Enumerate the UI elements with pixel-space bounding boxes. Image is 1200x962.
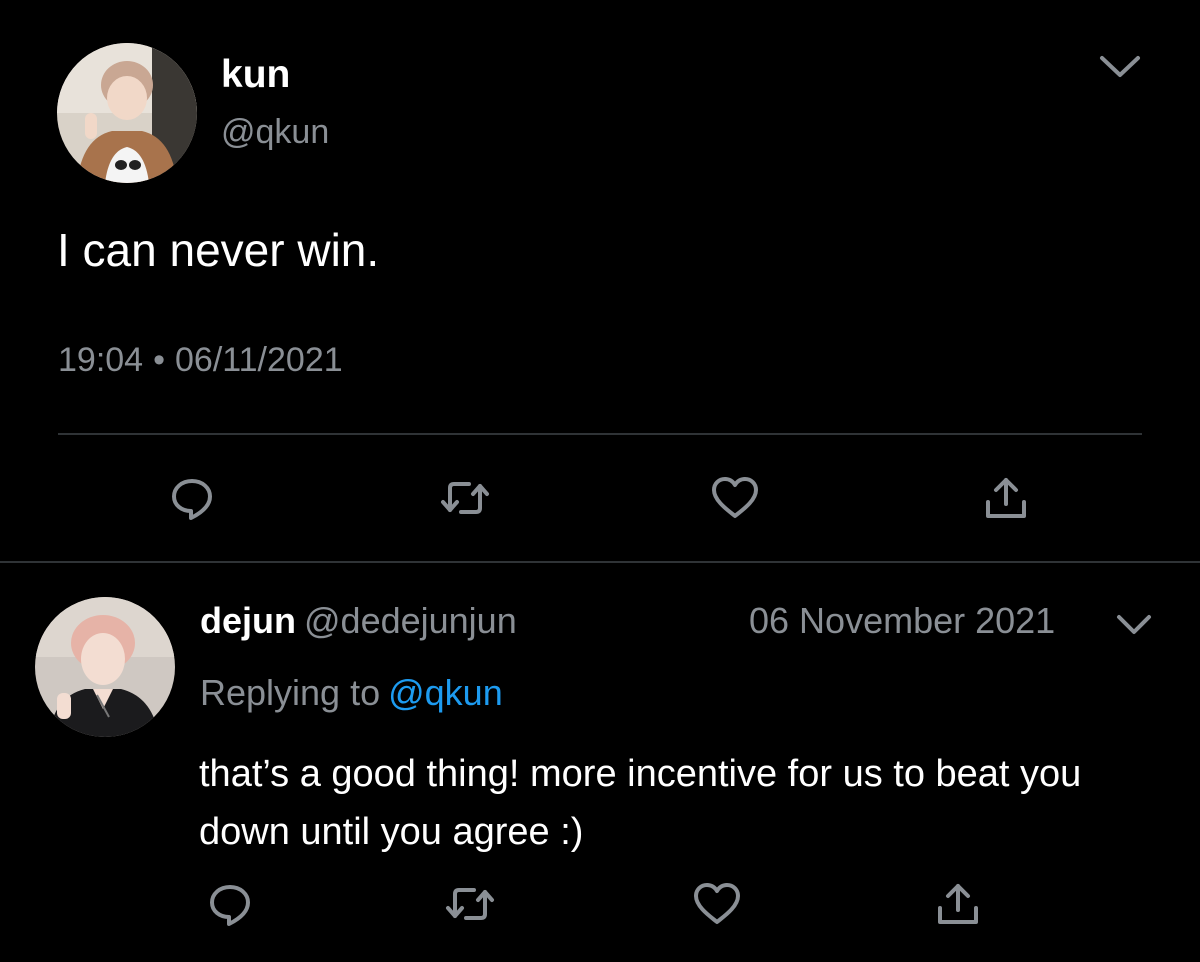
replying-to: Replying to @qkun bbox=[200, 670, 503, 716]
user-handle[interactable]: @dedejunjun bbox=[304, 600, 517, 641]
divider bbox=[58, 433, 1142, 435]
like-icon[interactable] bbox=[707, 470, 763, 526]
retweet-icon[interactable] bbox=[442, 876, 498, 932]
chevron-down-icon[interactable] bbox=[1096, 45, 1144, 89]
chevron-down-icon[interactable] bbox=[1113, 608, 1155, 642]
tweet-timestamp[interactable]: 19:04 • 06/11/2021 bbox=[58, 338, 343, 382]
mention-link[interactable]: @qkun bbox=[388, 672, 503, 713]
reply-icon[interactable] bbox=[202, 876, 258, 932]
tweet-date: 06/11/2021 bbox=[175, 341, 343, 379]
tweet-text: that’s a good thing! more incentive for … bbox=[199, 753, 1082, 853]
retweet-icon[interactable] bbox=[437, 470, 493, 526]
display-name[interactable]: dejun bbox=[200, 600, 296, 641]
separator-dot: • bbox=[153, 341, 165, 379]
like-icon[interactable] bbox=[689, 876, 745, 932]
user-handle[interactable]: @qkun bbox=[221, 112, 329, 152]
avatar[interactable] bbox=[57, 43, 197, 183]
section-divider bbox=[0, 561, 1200, 563]
avatar[interactable] bbox=[35, 597, 175, 737]
tweet-text: I can never win. bbox=[57, 224, 380, 276]
share-icon[interactable] bbox=[930, 876, 986, 932]
replying-to-label: Replying to bbox=[200, 672, 381, 713]
reply-author[interactable]: dejun @dedejunjun bbox=[200, 598, 517, 644]
tweet-time: 19:04 bbox=[58, 341, 144, 379]
reply-icon[interactable] bbox=[164, 470, 220, 526]
display-name[interactable]: kun bbox=[221, 52, 290, 98]
tweet-date[interactable]: 06 November 2021 bbox=[749, 598, 1055, 644]
share-icon[interactable] bbox=[978, 470, 1034, 526]
